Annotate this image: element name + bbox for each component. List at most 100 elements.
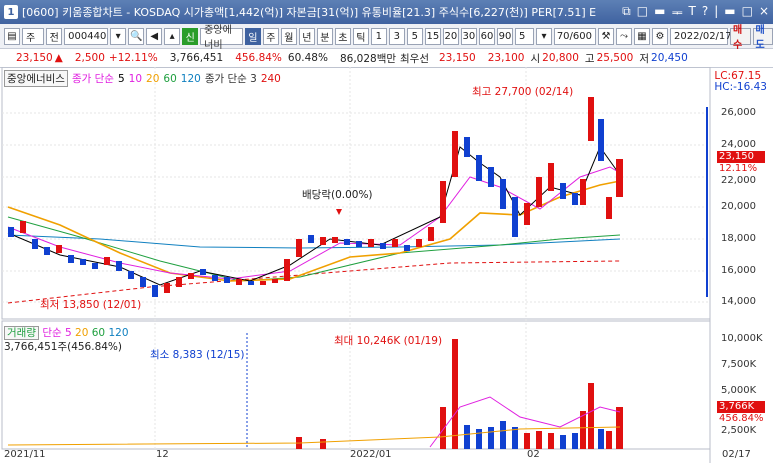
best-ask-label: 최우선	[400, 52, 429, 65]
y-tick: 18,000	[721, 233, 756, 244]
vol-min-annotation: 최소 8,383 (12/15)	[150, 349, 245, 361]
current-pct-tag: 12.11%	[717, 163, 765, 175]
legend-ma10: 10	[128, 72, 143, 85]
legend-vol-ma5: 5	[65, 327, 72, 339]
code-input[interactable]: 000440	[64, 27, 109, 45]
search-icon[interactable]: 🔍	[128, 27, 145, 45]
maximize-icon[interactable]: □	[742, 4, 753, 21]
count-value: 70	[556, 30, 570, 42]
price-change: 2,500	[74, 52, 105, 64]
open-price: 20,800	[542, 52, 579, 64]
help-icon[interactable]: ?	[702, 4, 708, 21]
menu-icon[interactable]: ▤	[4, 27, 20, 45]
vol-max-annotation: 최대 10,246K (01/19)	[334, 335, 443, 347]
settings-icon[interactable]: ⚙	[652, 27, 669, 45]
scope-button[interactable]: 전	[46, 27, 63, 45]
window-buttons: ⧉ □ ▬ ᆍ T ? | ▬ □ ×	[622, 4, 769, 21]
prev-next-icon[interactable]: ▴	[164, 27, 181, 45]
low-label: 저	[639, 52, 650, 65]
price-change-pct: +12.11%	[108, 52, 158, 64]
window-number-badge: 1	[4, 5, 18, 19]
low-annotation: 최저 13,850 (12/01)	[40, 299, 142, 311]
count-input[interactable]: 70/600	[554, 27, 597, 45]
legend-vol-ma120: 120	[108, 327, 129, 339]
vol-tick: 7,500K	[721, 359, 757, 370]
up-arrow-icon: ▲	[54, 52, 63, 64]
credit-badge: 신	[182, 27, 199, 45]
period-day[interactable]: 일	[244, 27, 261, 45]
interval-1[interactable]: 1	[370, 27, 387, 45]
legend-ma240: 240	[260, 72, 281, 85]
toolbar: ▤ 주 전 000440 ▾ 🔍 ◀ ▴ 신 중앙에너비 일 주 월 년 분 초…	[0, 24, 773, 51]
legend-ma-label: 종가 단순	[71, 73, 114, 85]
volume-readout: 3,766,451주(456.84%)	[4, 341, 123, 353]
x-label: 02/17	[722, 449, 751, 460]
interval-20[interactable]: 20	[442, 27, 459, 45]
interval-5[interactable]: 5	[406, 27, 423, 45]
volume-legend: 거래량 단순 5 20 60 120	[4, 325, 129, 340]
restore-icon[interactable]: □	[637, 4, 648, 21]
vol-tick: 5,000K	[721, 385, 757, 396]
dividend-arrow-icon	[336, 209, 342, 215]
high-annotation: 최고 27,700 (02/14)	[472, 86, 574, 98]
legend-ma5: 5	[117, 72, 125, 85]
chart-type-icon[interactable]: ⤳	[616, 27, 633, 45]
open-label: 시	[530, 52, 541, 65]
x-label: 2022/01	[350, 449, 392, 460]
date-input[interactable]: 2022/02/17	[670, 27, 732, 45]
y-tick: 14,000	[721, 296, 756, 307]
period-minute[interactable]: 분	[316, 27, 333, 45]
mode-select[interactable]: 주	[22, 27, 45, 45]
x-label: 2021/11	[4, 449, 46, 460]
low-price: 20,450	[651, 52, 688, 64]
vol-tick: 2,500K	[721, 425, 757, 436]
separator: |	[714, 4, 719, 18]
legend-stock-name[interactable]: 중앙에너비스	[4, 70, 68, 87]
chart-canvas[interactable]	[0, 67, 773, 463]
speaker-icon[interactable]: ◀	[146, 27, 163, 45]
pin-icon[interactable]: ᆍ	[671, 4, 682, 21]
current-price: 23,150	[16, 52, 53, 64]
high-price: 25,500	[596, 52, 634, 64]
buy-button[interactable]: 매수	[730, 25, 751, 51]
dividend-annotation: 배당락(0.00%)	[302, 189, 373, 201]
vol-tick: 10,000K	[721, 333, 763, 344]
price-legend: 중앙에너비스 종가 단순 5 10 20 60 120 종가 단순 3 240	[4, 70, 281, 87]
interval-90[interactable]: 90	[496, 27, 513, 45]
y-tick: 16,000	[721, 265, 756, 276]
scroll-indicator[interactable]	[706, 107, 708, 297]
count-total: /600	[569, 30, 593, 42]
y-tick: 22,000	[721, 175, 756, 186]
interval-3[interactable]: 3	[388, 27, 405, 45]
chart-area[interactable]: 중앙에너비스 종가 단순 5 10 20 60 120 종가 단순 3 240 …	[0, 67, 773, 463]
period-tick[interactable]: 틱	[352, 27, 369, 45]
lc-hc-readout: LC:67.15 HC:-16.43	[714, 71, 767, 93]
y-tick: 24,000	[721, 139, 756, 150]
interval-60[interactable]: 60	[478, 27, 495, 45]
interval-dropdown-icon[interactable]: ▾	[536, 27, 553, 45]
custom-interval-input[interactable]: 5	[514, 27, 535, 45]
link-window-icon[interactable]: ⧉	[622, 4, 631, 21]
text-icon[interactable]: T	[688, 4, 695, 21]
y-tick: 26,000	[721, 107, 756, 118]
period-week[interactable]: 주	[262, 27, 279, 45]
turnover-rate: 60.48%	[287, 52, 328, 64]
quote-bar: 23,150 ▲ 2,500 +12.11% 3,766,451 456.84%…	[0, 49, 773, 68]
sell-button[interactable]: 매도	[752, 25, 773, 51]
tools-icon[interactable]: ⚒	[598, 27, 615, 45]
legend-vol-ma60: 60	[91, 327, 106, 339]
grid-icon[interactable]: ▦	[634, 27, 651, 45]
interval-30[interactable]: 30	[460, 27, 477, 45]
close-icon[interactable]: ×	[759, 4, 769, 21]
high-label: 고	[584, 52, 595, 65]
period-second[interactable]: 초	[334, 27, 351, 45]
interval-15[interactable]: 15	[424, 27, 441, 45]
legend-volume[interactable]: 거래량	[4, 326, 39, 340]
hc-value: HC:-16.43	[714, 81, 767, 93]
y-tick: 20,000	[721, 201, 756, 212]
minimize-icon[interactable]: ▬	[724, 4, 735, 21]
period-month[interactable]: 월	[280, 27, 297, 45]
period-year[interactable]: 년	[298, 27, 315, 45]
code-dropdown-icon[interactable]: ▾	[110, 27, 127, 45]
minimize-group-icon[interactable]: ▬	[654, 4, 665, 21]
